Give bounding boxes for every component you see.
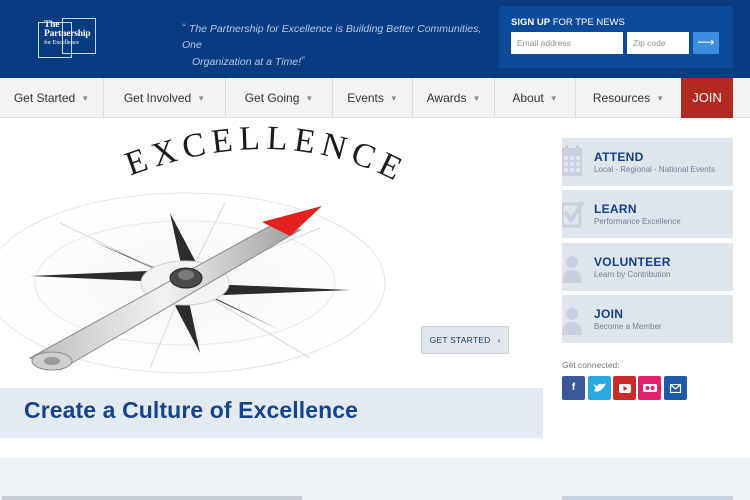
nav-item-get-involved[interactable]: Get Involved ▼ (104, 78, 226, 118)
nav-item-about[interactable]: About ▼ (495, 78, 576, 118)
nav-label: Awards (426, 91, 467, 105)
logo-line-2: Partnership (44, 29, 91, 39)
arrow-right-icon: ⟶ (697, 35, 715, 49)
card-subtitle: Learn by Contribution (594, 270, 671, 279)
chevron-down-icon: ▼ (656, 94, 665, 103)
excellence-curved-text: EXCELLENCE (120, 120, 412, 191)
hero-banner: EXCELLENCE GET STARTED › Create a Cultur… (0, 118, 543, 440)
person-icon (562, 256, 582, 283)
signup-title-bold: SIGN UP (511, 17, 551, 28)
card-title: ATTEND (594, 150, 644, 164)
tagline-line-2: Organization at a Time! (192, 56, 302, 68)
nav-label: Get Started (13, 91, 76, 105)
card-subtitle: Performance Excellence (594, 217, 681, 226)
close-quote-icon: ” (301, 54, 306, 68)
chevron-down-icon: ▼ (81, 94, 90, 103)
chevron-down-icon: ▼ (197, 94, 206, 103)
logo-wordmark: The Partnership for Excellence (44, 20, 98, 46)
get-started-label: GET STARTED (429, 335, 491, 345)
facebook-icon[interactable]: f (562, 376, 585, 400)
newsletter-signup: SIGN UP FOR TPE NEWS ⟶ (499, 6, 733, 68)
compass-pivot-cap (178, 270, 194, 280)
tagline-line-1: The Partnership for Excellence is Buildi… (182, 23, 482, 51)
chevron-down-icon: ▼ (549, 94, 558, 103)
checkbox-icon (562, 200, 584, 228)
get-started-button[interactable]: GET STARTED › (421, 326, 509, 354)
compass-needle-tail-hole (44, 357, 60, 365)
person-icon (562, 308, 582, 335)
card-subtitle: Become a Member (594, 322, 662, 331)
hero-title: Create a Culture of Excellence (24, 397, 359, 423)
nav-label: Get Involved (123, 91, 192, 105)
nav-label: Events (347, 91, 384, 105)
logo-line-3: for Excellence (44, 39, 79, 46)
zip-code-field[interactable] (627, 32, 689, 54)
flickr-icon[interactable] (638, 376, 661, 400)
nav-item-resources[interactable]: Resources ▼ (576, 78, 681, 118)
card-subtitle: Local - Regional - National Events (594, 165, 715, 174)
calendar-icon (562, 145, 582, 176)
join-button[interactable]: JOIN (681, 78, 733, 118)
card-title: LEARN (594, 202, 637, 216)
sidebar-card-learn[interactable]: LEARN Performance Excellence (562, 190, 733, 238)
site-tagline: “ The Partnership for Excellence is Buil… (182, 20, 482, 70)
nav-item-awards[interactable]: Awards ▼ (413, 78, 495, 118)
section-heading-cutoff (2, 496, 302, 500)
chevron-down-icon: ▼ (305, 94, 314, 103)
site-header: The Partnership for Excellence “ The Par… (0, 0, 750, 78)
twitter-icon[interactable] (588, 376, 611, 400)
email-icon[interactable] (664, 376, 687, 400)
nav-label: Get Going (244, 91, 300, 105)
sidebar-card-attend[interactable]: ATTEND Local - Regional - National Event… (562, 138, 733, 186)
open-quote-icon: “ (182, 21, 186, 35)
sidebar-card-volunteer[interactable]: VOLUNTEER Learn by Contribution (562, 243, 733, 291)
signup-title-rest: FOR TPE NEWS (550, 17, 625, 28)
nav-label: About (512, 91, 544, 105)
hero-title-band: Create a Culture of Excellence (0, 388, 543, 438)
email-field[interactable] (511, 32, 623, 54)
nav-label: Resources (592, 91, 651, 105)
chevron-down-icon: ▼ (472, 94, 481, 103)
card-title: VOLUNTEER (594, 255, 671, 269)
lower-content-section (0, 458, 750, 500)
sidebar-card-join[interactable]: JOIN Become a Member (562, 295, 733, 343)
card-title: JOIN (594, 307, 624, 321)
tpe-logo[interactable]: The Partnership for Excellence (38, 18, 96, 62)
signup-title: SIGN UP FOR TPE NEWS (511, 17, 625, 28)
nav-item-events[interactable]: Events ▼ (333, 78, 413, 118)
main-navigation: Get Started ▼ Get Involved ▼ Get Going ▼ Ev… (0, 78, 750, 118)
youtube-icon[interactable] (613, 376, 636, 400)
get-connected-label: Get connected: (562, 360, 620, 370)
nav-item-get-started[interactable]: Get Started ▼ (0, 78, 104, 118)
nav-item-get-going[interactable]: Get Going ▼ (226, 78, 333, 118)
sidebar-box-cutoff (562, 496, 733, 500)
signup-submit-button[interactable]: ⟶ (693, 32, 719, 54)
chevron-right-icon: › (497, 336, 501, 345)
chevron-down-icon: ▼ (389, 94, 398, 103)
